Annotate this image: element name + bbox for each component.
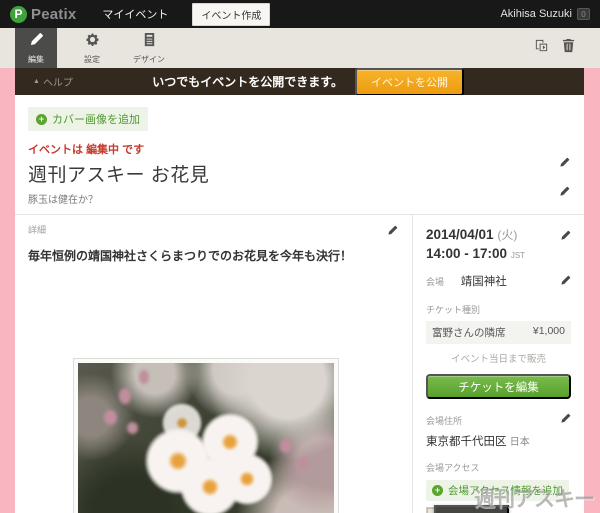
add-cover-label: カバー画像を追加 bbox=[52, 114, 140, 126]
publish-event-button[interactable]: イベントを公開 bbox=[355, 67, 464, 96]
duplicate-icon[interactable] bbox=[534, 38, 549, 58]
venue-country: 日本 bbox=[509, 437, 530, 448]
event-details-sidebar: 2014/04/01 (火) 14:00 - 17:00 JST 会場 靖国神社… bbox=[412, 214, 584, 513]
edit-subtitle-pencil-icon[interactable] bbox=[559, 184, 570, 202]
event-status: イベントは 編集中 です bbox=[28, 144, 145, 156]
help-link[interactable]: ▲ ヘルプ bbox=[33, 74, 73, 89]
venue-label: 会場 bbox=[426, 277, 445, 287]
sales-period-note: イベント当日まで販売 bbox=[450, 354, 546, 365]
event-subtitle[interactable]: 豚玉は健在か？ bbox=[28, 191, 570, 214]
blossom-bud bbox=[139, 370, 150, 385]
details-label: 詳細 bbox=[28, 225, 47, 235]
blossom-bud bbox=[280, 438, 293, 453]
user-menu[interactable]: Akihisa Suzuki 0 bbox=[500, 8, 590, 20]
user-name: Akihisa Suzuki bbox=[500, 8, 572, 20]
blossom-flower bbox=[162, 402, 203, 443]
blossom-bud bbox=[126, 422, 138, 435]
create-event-button[interactable]: イベント作成 bbox=[192, 2, 271, 26]
plus-icon: + bbox=[432, 485, 443, 496]
gear-icon bbox=[85, 32, 100, 52]
venue-address: 東京都千代田区 日本 bbox=[426, 436, 530, 448]
event-header: + カバー画像を追加 イベントは 編集中 です 週刊アスキー お花見 豚玉は健在… bbox=[15, 95, 584, 214]
tab-edit[interactable]: 編集 bbox=[15, 28, 57, 68]
event-photo-frame bbox=[73, 358, 339, 513]
header-edit-icons bbox=[559, 155, 570, 202]
notification-badge: 0 bbox=[577, 8, 590, 20]
top-navigation-bar: P Peatix マイイベント イベント作成 Akihisa Suzuki 0 bbox=[0, 0, 600, 28]
tab-edit-label: 編集 bbox=[28, 54, 44, 64]
nav-my-events[interactable]: マイイベント bbox=[102, 6, 168, 22]
blossom-bud bbox=[118, 388, 131, 405]
tab-design[interactable]: デザイン bbox=[123, 28, 175, 68]
event-time[interactable]: 14:00 - 17:00 JST bbox=[426, 246, 571, 261]
venue-block: 会場 靖国神社 bbox=[426, 273, 571, 289]
tab-settings[interactable]: 設定 bbox=[71, 28, 113, 68]
pencil-icon bbox=[29, 32, 44, 52]
peatix-logo-icon: P bbox=[10, 5, 27, 23]
toolbar-actions bbox=[534, 28, 600, 68]
editor-toolbar: 編集 設定 デザイン bbox=[0, 28, 600, 68]
date-time-block: 2014/04/01 (火) 14:00 - 17:00 JST bbox=[426, 226, 571, 261]
peatix-event-editor: P Peatix マイイベント イベント作成 Akihisa Suzuki 0 … bbox=[0, 0, 600, 513]
event-photo bbox=[78, 363, 334, 513]
ticket-price: ¥1,000 bbox=[532, 325, 565, 337]
blossom-bud bbox=[298, 456, 309, 469]
edit-venue-pencil-icon[interactable] bbox=[560, 275, 571, 289]
event-editor-main: + カバー画像を追加 イベントは 編集中 です 週刊アスキー お花見 豚玉は健在… bbox=[15, 95, 584, 513]
ticket-name: 富野さんの隣席 bbox=[432, 327, 506, 339]
trash-icon[interactable] bbox=[561, 38, 576, 58]
address-label: 会場住所 bbox=[426, 416, 463, 426]
blossom-flower bbox=[221, 453, 274, 505]
weekly-ascii-watermark: 週刊アスキー bbox=[474, 488, 595, 511]
plus-icon: + bbox=[36, 113, 47, 125]
help-label: ヘルプ bbox=[42, 78, 73, 89]
tab-settings-label: 設定 bbox=[84, 54, 100, 64]
event-title[interactable]: 週刊アスキー お花見 bbox=[28, 160, 570, 187]
ticket-type-label: チケット種別 bbox=[426, 305, 481, 315]
edit-tickets-button[interactable]: チケットを編集 bbox=[426, 374, 571, 399]
edit-date-pencil-icon[interactable] bbox=[560, 228, 571, 246]
access-label: 会場アクセス bbox=[426, 463, 480, 473]
day-of-week: (火) bbox=[497, 228, 518, 242]
publish-bar: ▲ ヘルプ いつでもイベントを公開できます。 イベントを公開 bbox=[15, 67, 584, 96]
publish-message: いつでもイベントを公開できます。 bbox=[152, 75, 343, 89]
venue-name[interactable]: 靖国神社 bbox=[461, 276, 507, 288]
event-date[interactable]: 2014/04/01 (火) bbox=[426, 226, 571, 243]
triangle-up-icon: ▲ bbox=[33, 78, 40, 85]
design-icon bbox=[142, 32, 157, 52]
ticket-row: 富野さんの隣席 ¥1,000 bbox=[426, 321, 571, 344]
event-description[interactable]: 毎年恒例の靖国神社さくらまつりでのお花見を今年も決行！ bbox=[28, 247, 398, 264]
blossom-bud bbox=[103, 409, 117, 425]
edit-description-pencil-icon[interactable] bbox=[387, 223, 398, 241]
content-columns: 詳細 毎年恒例の靖国神社さくらまつりでのお花見を今年も決行！ 2014/04/0… bbox=[15, 214, 584, 513]
description-column: 詳細 毎年恒例の靖国神社さくらまつりでのお花見を今年も決行！ bbox=[15, 215, 412, 513]
peatix-logo-text: Peatix bbox=[31, 5, 77, 23]
timezone: JST bbox=[510, 251, 526, 260]
address-block: 会場住所 bbox=[426, 411, 571, 429]
tab-design-label: デザイン bbox=[133, 54, 165, 64]
status-value: 編集中 bbox=[86, 144, 120, 156]
edit-address-pencil-icon[interactable] bbox=[560, 411, 571, 429]
add-cover-image-button[interactable]: + カバー画像を追加 bbox=[28, 107, 148, 131]
peatix-logo[interactable]: P Peatix bbox=[10, 5, 77, 23]
edit-title-pencil-icon[interactable] bbox=[559, 155, 570, 173]
